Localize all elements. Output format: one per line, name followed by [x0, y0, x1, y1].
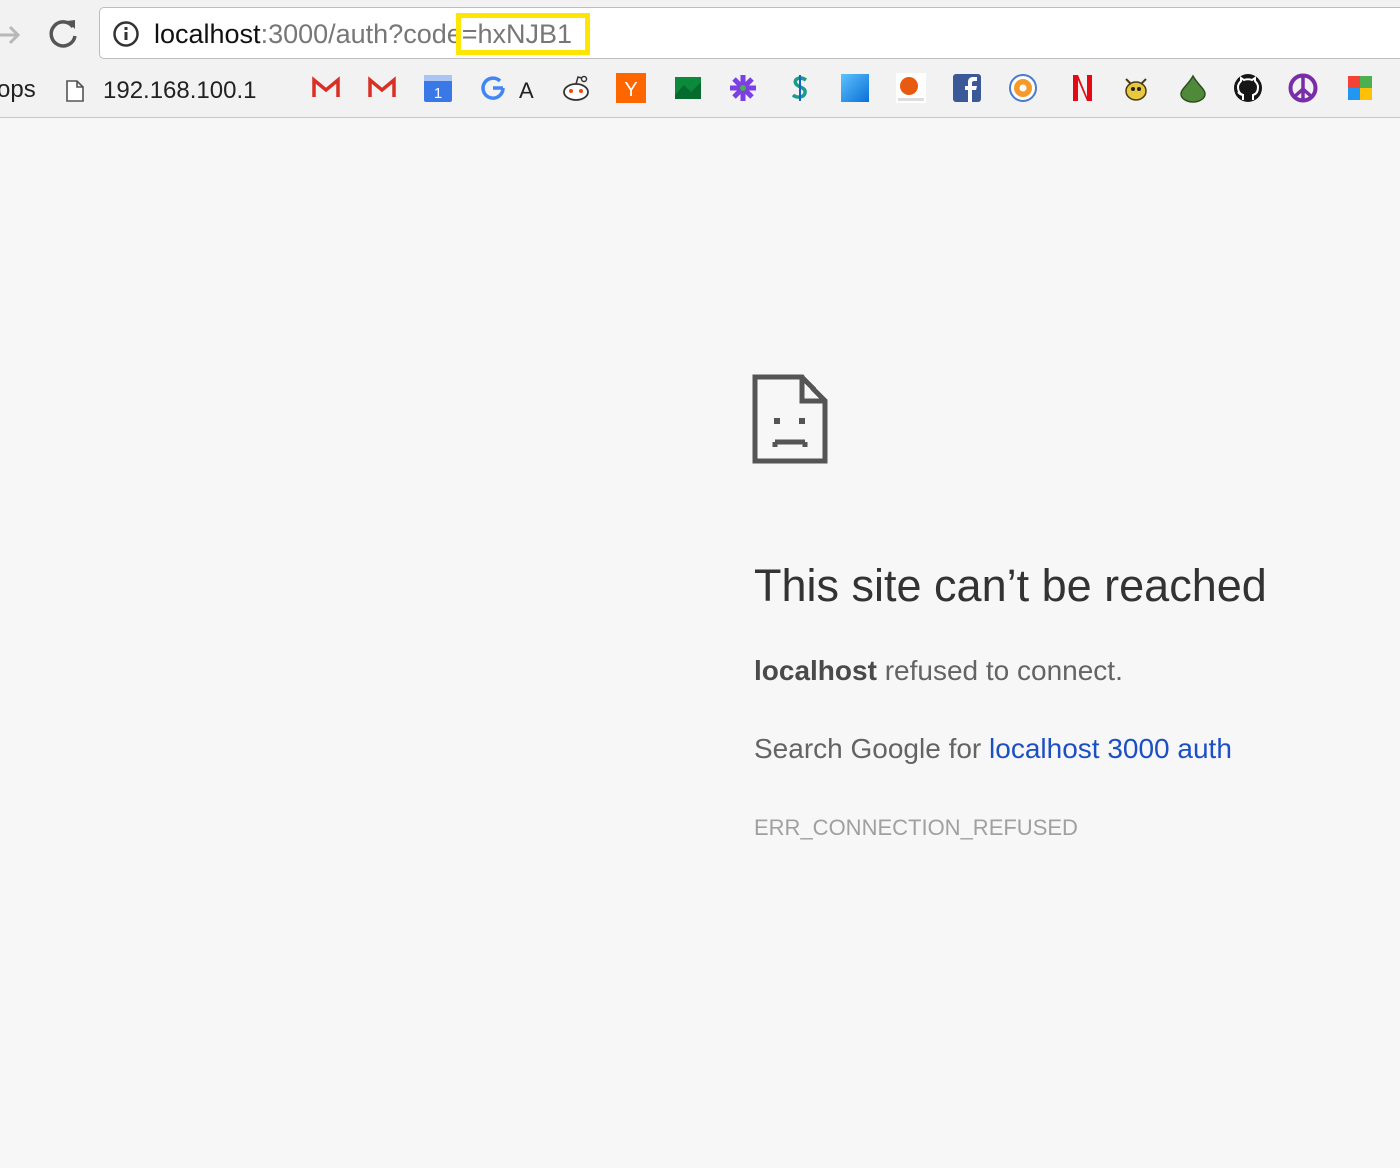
address-bar[interactable]: localhost:3000/auth?code=hxNJB1: [99, 7, 1400, 59]
reload-button[interactable]: [44, 16, 82, 54]
bug-icon[interactable]: [1120, 73, 1150, 103]
url-text[interactable]: localhost:3000/auth?code=hxNJB1: [154, 13, 591, 55]
url-path: :3000/auth?code: [260, 19, 462, 49]
url-code-highlight: =hxNJB1: [455, 13, 591, 55]
search-link[interactable]: localhost 3000 auth: [989, 733, 1232, 764]
google-translate-icon[interactable]: A: [479, 73, 539, 103]
orange-ball-icon[interactable]: [896, 73, 926, 103]
gmail-icon-2[interactable]: [367, 73, 397, 103]
forward-button[interactable]: [0, 18, 24, 52]
svg-text:1: 1: [434, 85, 442, 102]
green-app-icon[interactable]: [673, 73, 703, 103]
blue-square-icon[interactable]: [840, 73, 870, 103]
url-host: localhost: [154, 19, 261, 49]
info-icon[interactable]: [112, 20, 140, 48]
reload-icon: [49, 20, 77, 48]
page-icon: [66, 80, 84, 102]
error-title: This site can’t be reached: [754, 560, 1267, 611]
browser-toolbar: localhost:3000/auth?code=hxNJB1: [0, 0, 1400, 68]
bookmark-apps[interactable]: ops: [0, 76, 36, 104]
colorful-icon[interactable]: [1345, 73, 1375, 103]
error-message-text: refused to connect.: [876, 655, 1123, 686]
svg-text:A: A: [519, 78, 534, 103]
facebook-icon[interactable]: [952, 73, 982, 103]
arrow-right-icon: [0, 25, 21, 45]
peace-icon[interactable]: [1288, 73, 1318, 103]
orange-circle-icon[interactable]: [1008, 73, 1038, 103]
error-message: localhost refused to connect.: [754, 655, 1123, 687]
github-icon[interactable]: [1233, 73, 1263, 103]
slack-icon[interactable]: [728, 73, 758, 103]
netflix-icon[interactable]: [1065, 73, 1095, 103]
hacker-news-icon[interactable]: Y: [616, 73, 646, 103]
green-drop-icon[interactable]: [1178, 73, 1208, 103]
svg-text:Y: Y: [624, 79, 637, 101]
dollar-icon[interactable]: [785, 73, 815, 103]
reddit-icon[interactable]: [561, 73, 591, 103]
google-calendar-icon[interactable]: 1: [423, 73, 453, 103]
error-host: localhost: [754, 655, 877, 686]
sad-page-icon: [752, 374, 828, 464]
error-code: ERR_CONNECTION_REFUSED: [754, 815, 1078, 840]
gmail-icon[interactable]: [311, 73, 341, 103]
search-suggestion: Search Google for localhost 3000 auth: [754, 733, 1232, 765]
bookmark-ip-label: 192.168.100.1: [103, 77, 257, 104]
search-prefix: Search Google for: [754, 733, 990, 764]
